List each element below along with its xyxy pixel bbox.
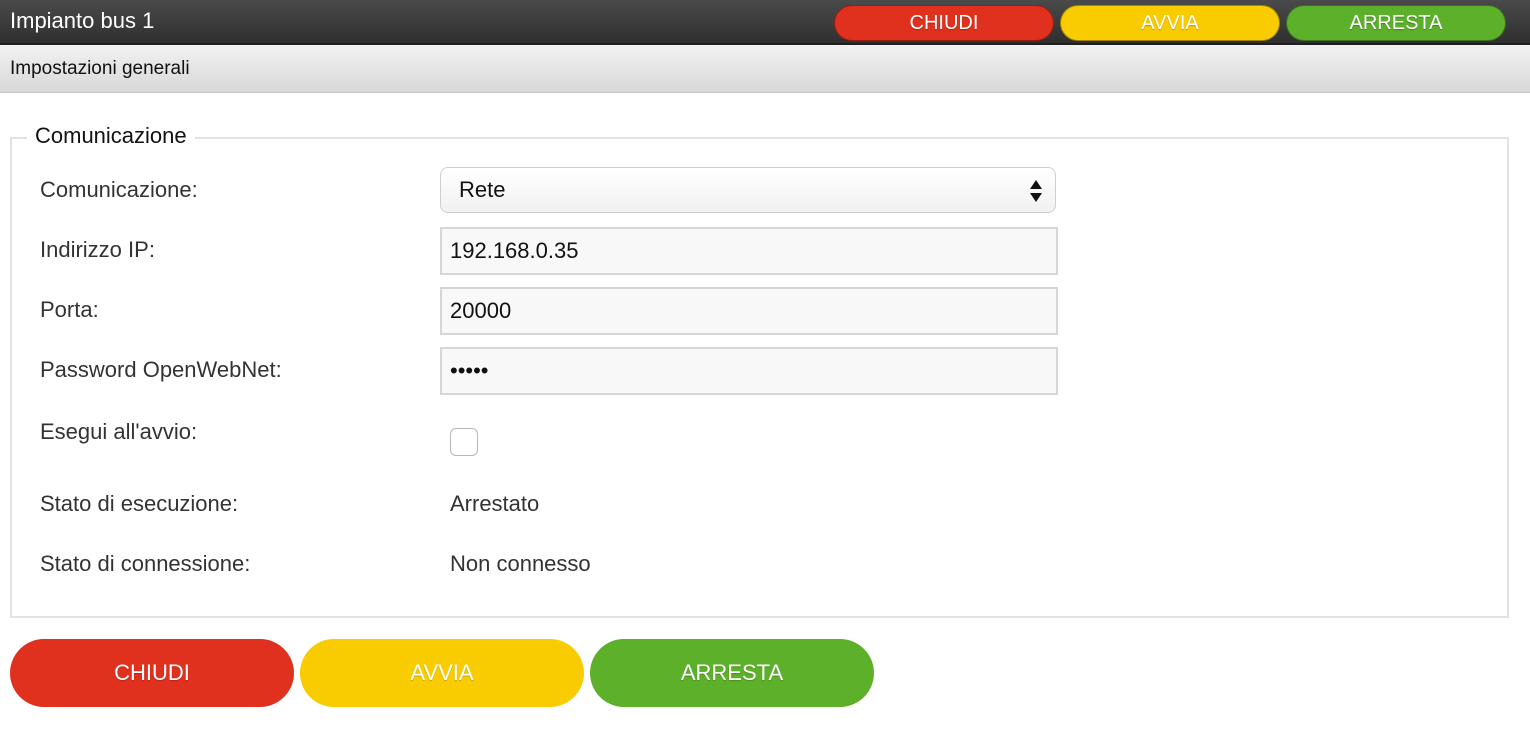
ip-address-label: Indirizzo IP: [40, 237, 155, 262]
connection-state-label: Stato di connessione: [40, 551, 251, 576]
title-bar: Impianto bus 1 CHIUDI AVVIA ARRESTA [0, 0, 1530, 45]
section-title: Impostazioni generali [10, 58, 190, 79]
connection-state-value: Non connesso [450, 551, 591, 576]
port-label: Porta: [40, 297, 99, 322]
header-close-button[interactable]: CHIUDI [834, 5, 1054, 41]
communication-mode-select[interactable]: Rete [440, 167, 1056, 213]
password-input[interactable] [440, 347, 1058, 395]
section-header: Impostazioni generali [0, 45, 1530, 93]
communication-legend: Comunicazione [27, 122, 195, 150]
up-down-arrows-icon [1030, 180, 1042, 202]
header-start-button[interactable]: AVVIA [1060, 5, 1280, 41]
start-button[interactable]: AVVIA [300, 639, 584, 707]
ip-address-input[interactable] [440, 227, 1058, 275]
communication-mode-label: Comunicazione: [40, 177, 198, 202]
window-title: Impianto bus 1 [10, 8, 155, 33]
autostart-checkbox[interactable] [450, 428, 478, 456]
header-stop-button[interactable]: ARRESTA [1286, 5, 1506, 41]
close-button[interactable]: CHIUDI [10, 639, 294, 707]
app-window: Impianto bus 1 CHIUDI AVVIA ARRESTA Impo… [0, 0, 1530, 731]
run-state-label: Stato di esecuzione: [40, 491, 239, 516]
communication-mode-value: Rete [459, 177, 506, 202]
stop-button[interactable]: ARRESTA [590, 639, 874, 707]
password-label: Password OpenWebNet: [40, 357, 282, 382]
port-input[interactable] [440, 287, 1058, 335]
run-state-value: Arrestato [450, 491, 540, 516]
autostart-label: Esegui all'avvio: [40, 419, 198, 444]
